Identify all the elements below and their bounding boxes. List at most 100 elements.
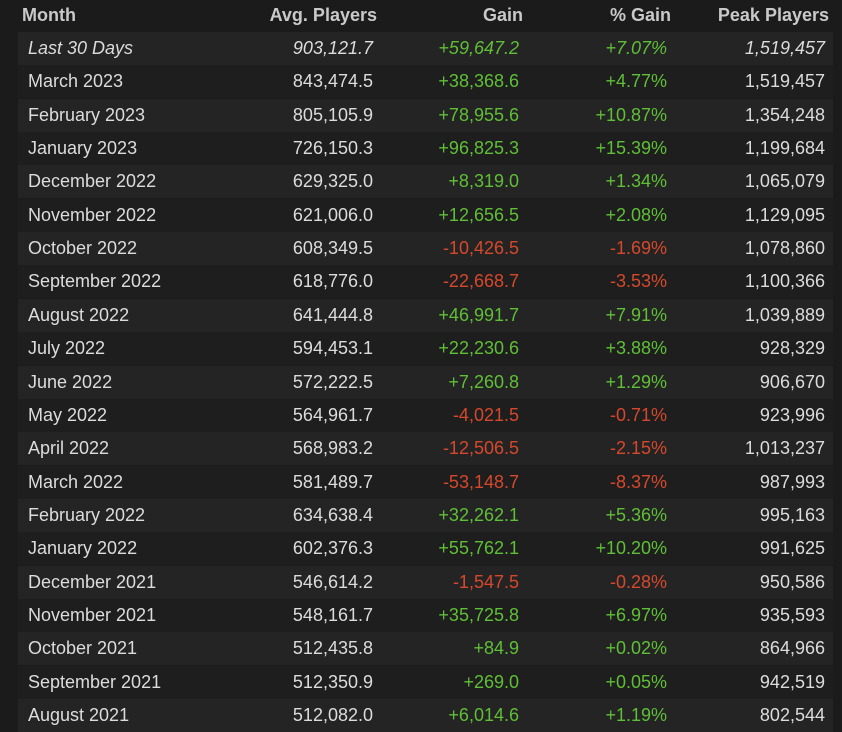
cell-gain: -10,426.5 (442, 238, 519, 259)
cell-month: August 2022 (28, 304, 130, 325)
cell-avg-players: 512,082.0 (292, 705, 373, 725)
table-row: January 2022 602,376.3 +55,762.1 +10.20% 991… (18, 532, 833, 566)
player-stats-table: Month Avg. Players Gain % Gain Peak Play… (0, 0, 842, 732)
cell-pct-gain: +7.91% (605, 304, 667, 325)
cell-peak-players: 950,586 (759, 571, 825, 592)
cell-peak-players: 1,354,248 (744, 104, 825, 125)
cell-pct-gain: -2.15% (609, 438, 667, 459)
cell-avg-players: 512,350.9 (292, 671, 373, 692)
cell-peak-players: 991,625 (759, 538, 825, 559)
cell-peak-players: 1,039,889 (744, 304, 825, 325)
cell-gain: +59,647.2 (438, 38, 519, 58)
cell-avg-players: 621,006.0 (292, 204, 373, 225)
table-row: October 2021 512,435.8 +84.9 +0.02% 864,966 (18, 632, 833, 666)
cell-gain: +269.0 (463, 671, 519, 692)
cell-peak-players: 928,329 (759, 338, 825, 359)
cell-gain: -1,547.5 (452, 571, 519, 592)
cell-avg-players: 581,489.7 (292, 471, 373, 492)
table-row: September 2021 512,350.9 +269.0 +0.05% 942,5… (18, 665, 833, 699)
cell-month: November 2021 (28, 604, 157, 625)
cell-peak-players: 923,996 (759, 404, 825, 425)
cell-pct-gain: +0.05% (605, 671, 667, 692)
table-row: December 2022 629,325.0 +8,319.0 +1.34% 1,06… (18, 165, 833, 199)
table-row: July 2022 594,453.1 +22,230.6 +3.88% 928,329 (18, 332, 833, 366)
cell-peak-players: 1,100,366 (744, 271, 825, 292)
cell-gain: +22,230.6 (438, 338, 519, 359)
cell-peak-players: 1,199,684 (744, 138, 825, 159)
cell-gain: +12,656.5 (438, 204, 519, 225)
cell-avg-players: 608,349.5 (292, 238, 373, 259)
cell-pct-gain: +2.08% (605, 204, 667, 225)
cell-month: December 2021 (28, 571, 157, 592)
cell-pct-gain: -0.71% (609, 404, 667, 425)
cell-month: March 2023 (28, 71, 124, 92)
cell-pct-gain: +1.29% (605, 371, 667, 392)
cell-gain: +55,762.1 (438, 538, 519, 559)
cell-gain: +7,260.8 (448, 371, 519, 392)
table-row: May 2022 564,961.7 -4,021.5 -0.71% 923,996 (18, 398, 833, 432)
table-row: Last 30 Days 903,121.7 +59,647.2 +7.07% 1,51… (18, 32, 833, 65)
cell-avg-players: 546,614.2 (292, 571, 373, 592)
cell-gain: -12,506.5 (442, 438, 519, 459)
cell-peak-players: 1,519,457 (744, 71, 825, 92)
cell-avg-players: 564,961.7 (292, 404, 373, 425)
cell-gain: +84.9 (473, 638, 519, 659)
cell-month: Last 30 Days (28, 38, 134, 58)
table-row: February 2022 634,638.4 +32,262.1 +5.36% 995… (18, 498, 833, 532)
cell-pct-gain: -8.37% (609, 471, 667, 492)
cell-avg-players: 805,105.9 (292, 104, 373, 125)
table-row: November 2022 621,006.0 +12,656.5 +2.08% 1,1… (18, 198, 833, 232)
cell-month: May 2022 (28, 404, 108, 425)
cell-avg-players: 602,376.3 (292, 538, 373, 559)
cell-pct-gain: +15.39% (595, 138, 667, 159)
cell-gain: -4,021.5 (452, 404, 519, 425)
cell-gain: +96,825.3 (438, 138, 519, 159)
cell-peak-players: 802,544 (759, 705, 825, 725)
table-row: March 2023 843,474.5 +38,368.6 +4.77% 1,519,… (18, 65, 833, 99)
table-header: Month Avg. Players Gain % Gain Peak Play… (0, 0, 842, 32)
table-row: November 2021 548,161.7 +35,725.8 +6.97% 935… (18, 598, 833, 632)
column-header-pct-gain[interactable]: % Gain (610, 5, 671, 26)
cell-pct-gain: +0.02% (605, 638, 667, 659)
cell-pct-gain: +7.07% (605, 38, 667, 58)
cell-pct-gain: -0.28% (609, 571, 667, 592)
cell-avg-players: 641,444.8 (292, 304, 373, 325)
cell-gain: +8,319.0 (448, 171, 519, 192)
cell-month: September 2021 (28, 671, 162, 692)
cell-peak-players: 935,593 (759, 604, 825, 625)
cell-peak-players: 1,129,095 (744, 204, 825, 225)
column-header-gain[interactable]: Gain (483, 5, 523, 26)
cell-avg-players: 572,222.5 (292, 371, 373, 392)
cell-month: November 2022 (28, 204, 157, 225)
cell-peak-players: 995,163 (759, 504, 825, 525)
cell-pct-gain: +3.88% (605, 338, 667, 359)
cell-month: October 2022 (28, 238, 138, 259)
cell-peak-players: 987,993 (759, 471, 825, 492)
cell-month: February 2022 (28, 504, 146, 525)
cell-pct-gain: +10.87% (595, 104, 667, 125)
cell-peak-players: 1,078,860 (744, 238, 825, 259)
table-row: March 2022 581,489.7 -53,148.7 -8.37% 987,99… (18, 465, 833, 499)
cell-month: February 2023 (28, 104, 146, 125)
column-header-peak-players[interactable]: Peak Players (718, 5, 829, 26)
cell-peak-players: 864,966 (759, 638, 825, 659)
column-header-month[interactable]: Month (22, 5, 76, 26)
cell-gain: +78,955.6 (438, 104, 519, 125)
cell-avg-players: 512,435.8 (292, 638, 373, 659)
table-row: September 2022 618,776.0 -22,668.7 -3.53% 1,… (18, 265, 833, 299)
cell-avg-players: 568,983.2 (292, 438, 373, 459)
cell-peak-players: 1,013,237 (744, 438, 825, 459)
cell-month: August 2021 (28, 705, 130, 725)
table-row: June 2022 572,222.5 +7,260.8 +1.29% 906,670 (18, 365, 833, 399)
cell-gain: +46,991.7 (438, 304, 519, 325)
cell-month: December 2022 (28, 171, 157, 192)
cell-month: January 2022 (28, 538, 138, 559)
column-header-avg-players[interactable]: Avg. Players (270, 5, 377, 26)
cell-peak-players: 906,670 (759, 371, 825, 392)
cell-gain: +32,262.1 (438, 504, 519, 525)
cell-month: June 2022 (28, 371, 113, 392)
cell-avg-players: 843,474.5 (292, 71, 373, 92)
cell-pct-gain: +1.19% (605, 705, 667, 725)
cell-month: January 2023 (28, 138, 138, 159)
cell-pct-gain: +5.36% (605, 504, 667, 525)
